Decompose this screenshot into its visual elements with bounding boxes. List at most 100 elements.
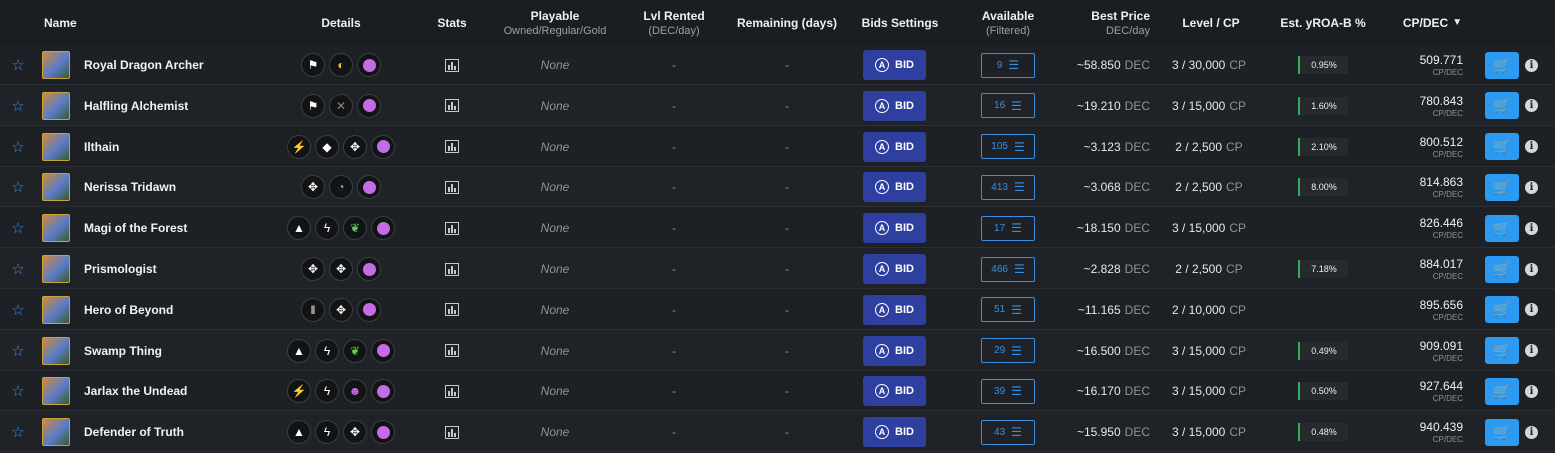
compass-icon: ✥	[301, 175, 325, 200]
star-outline-icon[interactable]: ☆	[10, 45, 26, 85]
info-icon[interactable]: i	[1525, 167, 1539, 207]
bid-button[interactable]: A BID	[863, 208, 926, 248]
card-name[interactable]: Defender of Truth	[84, 412, 284, 452]
lvl-rented-value: -	[672, 98, 676, 113]
star-outline-icon[interactable]: ☆	[10, 167, 26, 207]
flag-icon: ⚑	[301, 53, 325, 77]
header-level-cp[interactable]: Level / CP	[1170, 0, 1252, 45]
header-remaining[interactable]: Remaining (days)	[733, 0, 841, 45]
available-button[interactable]: 43 ☰	[981, 412, 1035, 452]
available-button[interactable]: 51 ☰	[981, 290, 1035, 330]
header-cpdec[interactable]: CP/DEC ▼	[1395, 0, 1470, 45]
bid-button[interactable]: A BID	[863, 86, 926, 126]
table-row: ☆ Nerissa Tridawn ✥ ◔ None - - A BID 413 ☰ …	[0, 167, 1555, 208]
add-to-cart-button[interactable]: 🛒	[1485, 127, 1519, 167]
header-best-price[interactable]: Best Price DEC/day	[1070, 0, 1150, 45]
available-button[interactable]: 105 ☰	[981, 127, 1035, 167]
table-row: ☆ Magi of the Forest ▲ ϟ ❦ None - - A BID 1…	[0, 208, 1555, 249]
add-to-cart-button[interactable]: 🛒	[1485, 412, 1519, 452]
level-cp: 3 / 15,000 CP	[1171, 98, 1247, 113]
card-name[interactable]: Hero of Beyond	[84, 290, 284, 330]
compass-icon: ✥	[329, 297, 353, 322]
lvl-rented-value: -	[672, 384, 676, 399]
star-outline-icon[interactable]: ☆	[10, 127, 26, 167]
star-outline-icon[interactable]: ☆	[10, 331, 26, 371]
lvl-rented-value: -	[672, 180, 676, 195]
auto-bid-icon: A	[875, 384, 890, 399]
header-playable[interactable]: Playable Owned/Regular/Gold	[495, 0, 615, 45]
stats-icon[interactable]	[443, 412, 461, 452]
available-button[interactable]: 413 ☰	[981, 167, 1035, 207]
card-name[interactable]: Ilthain	[84, 127, 284, 167]
info-icon[interactable]: i	[1525, 45, 1539, 85]
stats-icon[interactable]	[443, 290, 461, 330]
card-name[interactable]: Swamp Thing	[84, 331, 284, 371]
add-to-cart-button[interactable]: 🛒	[1485, 45, 1519, 85]
add-to-cart-button[interactable]: 🛒	[1485, 86, 1519, 126]
playable-value: None	[540, 262, 570, 276]
add-to-cart-button[interactable]: 🛒	[1485, 167, 1519, 207]
card-name[interactable]: Magi of the Forest	[84, 208, 284, 248]
bid-button[interactable]: A BID	[863, 371, 926, 411]
stats-icon[interactable]	[443, 45, 461, 85]
add-to-cart-button[interactable]: 🛒	[1485, 249, 1519, 289]
info-icon[interactable]: i	[1525, 412, 1539, 452]
stats-icon[interactable]	[443, 86, 461, 126]
playable-value: None	[540, 139, 570, 154]
star-outline-icon[interactable]: ☆	[10, 371, 26, 411]
available-button[interactable]: 16 ☰	[981, 86, 1035, 126]
available-button[interactable]: 466 ☰	[981, 249, 1035, 289]
table-row: ☆ Prismologist ✥ ✥ None - - A BID 466 ☰ ~2.…	[0, 249, 1555, 289]
header-lvl-rented[interactable]: Lvl Rented (DEC/day)	[630, 0, 718, 45]
header-name[interactable]: Name	[44, 0, 104, 45]
remaining-value: -	[785, 343, 789, 358]
info-icon[interactable]: i	[1525, 331, 1539, 371]
bid-button[interactable]: A BID	[863, 167, 926, 207]
card-name[interactable]: Jarlax the Undead	[84, 371, 284, 411]
header-bids-settings: Bids Settings	[861, 15, 939, 30]
stats-icon[interactable]	[443, 127, 461, 167]
bid-button[interactable]: A BID	[863, 45, 926, 85]
card-name[interactable]: Prismologist	[84, 249, 284, 289]
card-thumbnail	[42, 249, 70, 289]
bid-button[interactable]: A BID	[863, 249, 926, 289]
info-icon[interactable]: i	[1525, 208, 1539, 248]
card-name[interactable]: Royal Dragon Archer	[84, 45, 284, 85]
auto-bid-icon: A	[875, 139, 890, 154]
info-icon[interactable]: i	[1525, 371, 1539, 411]
stats-icon[interactable]	[443, 331, 461, 371]
info-icon[interactable]: i	[1525, 290, 1539, 330]
info-icon[interactable]: i	[1525, 86, 1539, 126]
bid-button[interactable]: A BID	[863, 290, 926, 330]
stats-icon[interactable]	[443, 208, 461, 248]
card-name[interactable]: Halfling Alchemist	[84, 86, 284, 126]
star-outline-icon[interactable]: ☆	[10, 412, 26, 452]
table-row: ☆ Hero of Beyond ‖ ✥ None - - A BID 51 ☰ ~1…	[0, 289, 1555, 330]
available-button[interactable]: 17 ☰	[981, 208, 1035, 248]
card-name[interactable]: Nerissa Tridawn	[84, 167, 284, 207]
available-button[interactable]: 39 ☰	[981, 371, 1035, 411]
bid-button[interactable]: A BID	[863, 412, 926, 452]
remaining-value: -	[785, 98, 789, 113]
stats-icon[interactable]	[443, 167, 461, 207]
stats-icon[interactable]	[443, 249, 461, 289]
bid-button[interactable]: A BID	[863, 331, 926, 371]
star-outline-icon[interactable]: ☆	[10, 86, 26, 126]
info-icon[interactable]: i	[1525, 249, 1539, 289]
available-button[interactable]: 29 ☰	[981, 331, 1035, 371]
add-to-cart-button[interactable]: 🛒	[1485, 371, 1519, 411]
stats-icon[interactable]	[443, 371, 461, 411]
layers-icon: ☰	[1013, 180, 1025, 195]
available-button[interactable]: 9 ☰	[981, 45, 1035, 85]
info-icon[interactable]: i	[1525, 127, 1539, 167]
add-to-cart-button[interactable]: 🛒	[1485, 208, 1519, 248]
header-available[interactable]: Available (Filtered)	[975, 0, 1041, 45]
star-outline-icon[interactable]: ☆	[10, 208, 26, 248]
add-to-cart-button[interactable]: 🛒	[1485, 331, 1519, 371]
ability-dot-icon	[357, 53, 381, 77]
star-outline-icon[interactable]: ☆	[10, 249, 26, 289]
add-to-cart-button[interactable]: 🛒	[1485, 290, 1519, 330]
header-yroa[interactable]: Est. yROA-B %	[1275, 0, 1371, 45]
star-outline-icon[interactable]: ☆	[10, 290, 26, 330]
bid-button[interactable]: A BID	[863, 127, 926, 167]
